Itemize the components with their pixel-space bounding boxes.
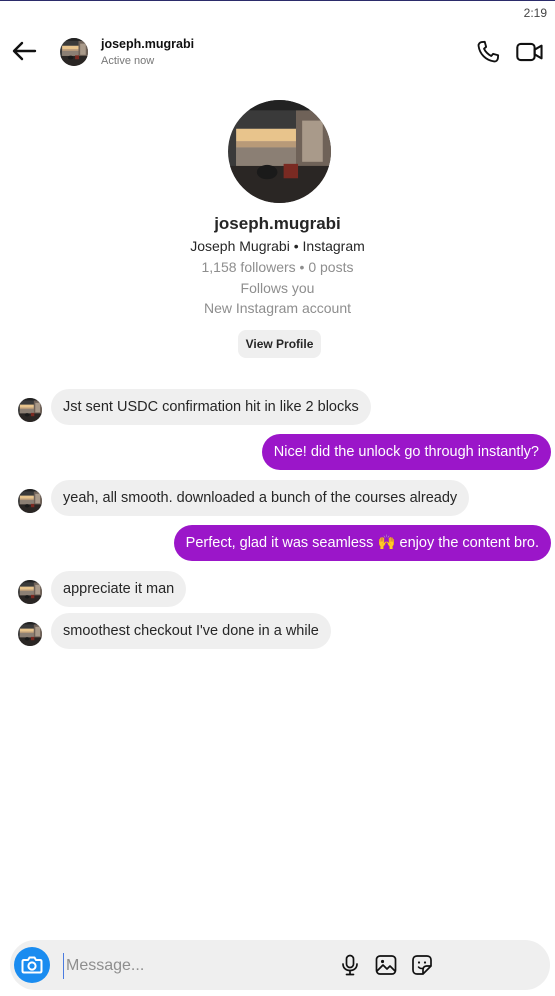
profile-avatar[interactable] — [228, 100, 331, 203]
sticker-button[interactable] — [410, 953, 434, 977]
status-time: 2:19 — [523, 6, 547, 20]
profile-username: joseph.mugrabi — [214, 214, 341, 233]
status-bar: 2:19 — [0, 0, 555, 26]
header-active-status: Active now — [101, 55, 155, 67]
profile-follows-you: Follows you — [240, 280, 315, 296]
voice-message-button[interactable] — [338, 953, 362, 977]
phone-icon — [477, 40, 500, 63]
back-button[interactable] — [10, 36, 40, 66]
voice-call-button[interactable] — [474, 38, 502, 66]
camera-button[interactable] — [14, 947, 50, 983]
sticker-icon — [412, 955, 432, 975]
gallery-button[interactable] — [374, 953, 398, 977]
camera-icon — [21, 956, 43, 974]
microphone-icon — [342, 954, 358, 976]
video-call-button[interactable] — [515, 38, 545, 66]
view-profile-button[interactable]: View Profile — [238, 330, 321, 358]
header-username[interactable]: joseph.mugrabi — [101, 37, 194, 51]
message-bubble-incoming[interactable]: smoothest checkout I've done in a while — [51, 613, 331, 649]
message-bubble-outgoing[interactable]: Perfect, glad it was seamless 🙌 enjoy th… — [173, 525, 551, 561]
message-input[interactable] — [63, 953, 328, 979]
profile-stats: 1,158 followers • 0 posts — [201, 259, 354, 275]
message-avatar[interactable] — [18, 580, 42, 604]
message-composer — [10, 940, 550, 990]
profile-full-name: Joseph Mugrabi • Instagram — [190, 238, 365, 254]
message-avatar[interactable] — [18, 622, 42, 646]
chat-header: joseph.mugrabi Active now — [0, 26, 555, 80]
arrow-left-icon — [12, 41, 37, 61]
message-bubble-incoming[interactable]: Jst sent USDC confirmation hit in like 2… — [51, 389, 371, 425]
message-avatar[interactable] — [18, 398, 42, 422]
message-bubble-incoming[interactable]: appreciate it man — [51, 571, 187, 607]
video-camera-icon — [516, 42, 543, 62]
profile-account-note: New Instagram account — [203, 300, 352, 316]
header-avatar[interactable] — [60, 38, 88, 66]
message-bubble-outgoing[interactable]: Nice! did the unlock go through instantl… — [261, 434, 551, 470]
message-bubble-incoming[interactable]: yeah, all smooth. downloaded a bunch of … — [51, 480, 470, 516]
image-icon — [375, 955, 397, 975]
message-avatar[interactable] — [18, 489, 42, 513]
